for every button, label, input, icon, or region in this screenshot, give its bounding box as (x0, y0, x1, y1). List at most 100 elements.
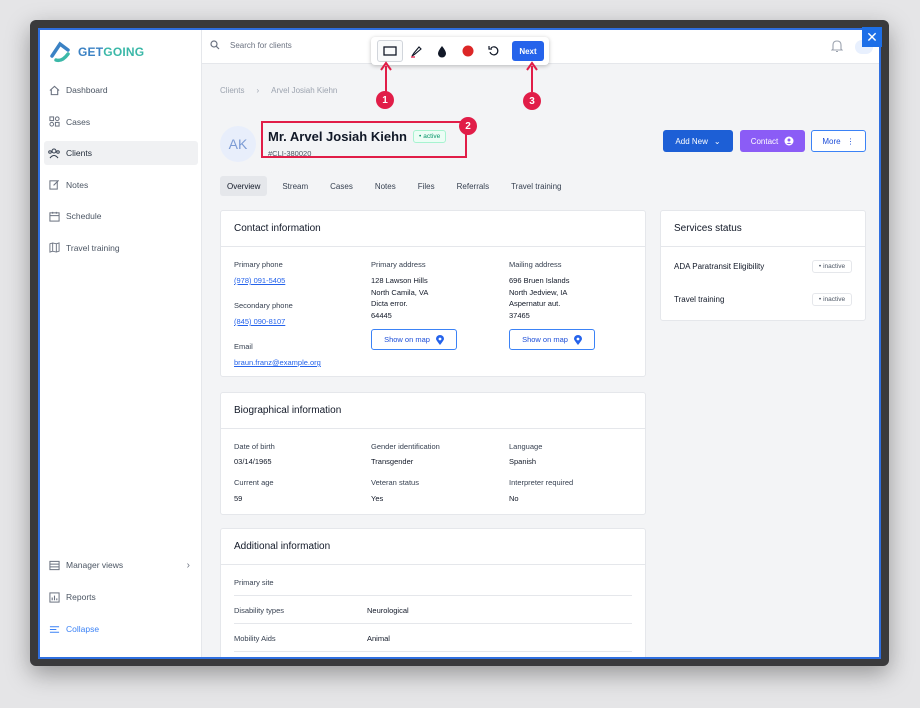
email-link[interactable]: braun.franz@example.org (234, 358, 321, 367)
sidebar-item-schedule[interactable]: Schedule (44, 204, 198, 228)
contact-button[interactable]: Contact (740, 130, 805, 152)
secondary-phone-link[interactable]: (845) 090-8107 (234, 317, 285, 326)
dob-value: 03/14/1965 (234, 457, 272, 466)
primary-address-line: 64445 (371, 310, 392, 320)
sidebar-item-clients[interactable]: Clients (44, 141, 198, 166)
primary-phone-link[interactable]: (978) 091-5405 (234, 276, 285, 285)
tab-overview[interactable]: Overview (220, 176, 268, 196)
services-card: Services status ADA Paratransit Eligibil… (660, 210, 866, 321)
chevron-right-icon: › (186, 559, 190, 571)
user-circle-icon (784, 136, 794, 146)
rectangle-tool[interactable] (377, 40, 403, 62)
cases-icon (48, 116, 60, 128)
logo-text: GETGOING (78, 45, 145, 59)
tab-travel-training[interactable]: Travel training (504, 176, 568, 196)
logo-icon (50, 41, 70, 63)
chevron-down-icon: ⌄ (713, 136, 721, 146)
contact-card: Contact information Primary phone (978) … (220, 210, 646, 377)
show-on-map-button[interactable]: Show on map (509, 329, 595, 350)
sidebar: GETGOING Dashboard Cases Clients Notes S… (40, 30, 202, 657)
age-label: Current age (234, 478, 274, 487)
highlighter-tool[interactable] (403, 40, 429, 62)
callout-badge-1: 1 (376, 91, 394, 109)
age-value: 59 (234, 494, 243, 503)
callout-arrow-icon (526, 61, 538, 92)
callout-arrow-icon (380, 61, 392, 92)
close-icon[interactable]: ✕ (862, 27, 882, 47)
mailing-address-line: 37465 (509, 310, 530, 320)
breadcrumb-root[interactable]: Clients (220, 86, 244, 95)
show-on-map-label: Show on map (384, 335, 430, 344)
sidebar-item-manager-views[interactable]: Manager views › (44, 553, 198, 577)
mobility-aids-value: Animal (367, 634, 390, 643)
primary-address-line: Dicta error. (371, 299, 408, 308)
row-divider (234, 651, 632, 652)
color-picker[interactable] (455, 40, 481, 62)
breadcrumb-current: Arvel Josiah Kiehn (271, 86, 338, 95)
language-value: Spanish (509, 457, 537, 466)
show-on-map-button[interactable]: Show on map (371, 329, 457, 350)
breadcrumb: Clients › Arvel Josiah Kiehn (220, 86, 337, 95)
map-pin-icon (435, 334, 444, 345)
callout-badge-2: 2 (459, 117, 477, 135)
add-new-button[interactable]: Add New ⌄ (663, 130, 733, 152)
language-label: Language (509, 442, 543, 451)
primary-address-label: Primary address (371, 260, 426, 269)
kebab-menu-icon: ⋮ (846, 136, 855, 146)
tab-cases[interactable]: Cases (323, 176, 360, 196)
row-divider (234, 595, 632, 596)
sidebar-item-travel-training[interactable]: Travel training (44, 236, 198, 260)
service-status-badge: • inactive (812, 260, 852, 273)
tab-files[interactable]: Files (411, 176, 442, 196)
sidebar-item-notes[interactable]: Notes (44, 173, 198, 197)
mailing-address-line: North Jedview, IA (509, 287, 568, 297)
client-avatar: AK (220, 126, 256, 162)
bio-card-title: Biographical information (221, 393, 645, 429)
annotation-highlight-box (261, 121, 467, 158)
search-input[interactable]: Search for clients (210, 40, 292, 50)
status-dot-icon: • (818, 263, 822, 270)
additional-card-title: Additional information (221, 529, 645, 565)
sidebar-item-dashboard[interactable]: Dashboard (44, 78, 198, 102)
map-icon (48, 242, 60, 254)
show-on-map-label: Show on map (522, 335, 568, 344)
disability-types-label: Disability types (234, 606, 285, 615)
callout-badge-3: 3 (523, 92, 541, 110)
droplet-icon (438, 45, 446, 57)
sidebar-collapse[interactable]: Collapse (44, 617, 198, 641)
bell-icon[interactable] (831, 39, 843, 53)
contact-card-title: Contact information (221, 211, 645, 247)
tab-notes[interactable]: Notes (368, 176, 403, 196)
add-new-label: Add New (675, 136, 708, 146)
sidebar-item-reports[interactable]: Reports (44, 585, 198, 609)
main-content: Clients › Arvel Josiah Kiehn AK Mr. Arve… (202, 64, 879, 657)
logo[interactable]: GETGOING (48, 40, 144, 64)
service-name: Travel training (674, 295, 725, 304)
sidebar-item-label: Collapse (66, 624, 100, 634)
row-divider (234, 623, 632, 624)
undo-tool[interactable] (481, 40, 507, 62)
sidebar-item-cases[interactable]: Cases (44, 110, 198, 134)
bio-card: Biographical information Date of birth 0… (220, 392, 646, 515)
search-placeholder: Search for clients (230, 40, 292, 50)
tab-stream[interactable]: Stream (275, 176, 315, 196)
sidebar-item-label: Schedule (66, 211, 102, 222)
next-button[interactable]: Next (512, 41, 544, 61)
more-label: More (822, 136, 841, 146)
tab-referrals[interactable]: Referrals (450, 176, 496, 196)
gender-value: Transgender (371, 457, 414, 466)
primary-phone-label: Primary phone (234, 260, 283, 269)
mailing-address-line: 696 Bruen Islands (509, 276, 570, 285)
primary-address-line: 128 Lawson Hills (371, 276, 428, 285)
primary-site-label: Primary site (234, 578, 274, 587)
service-status-badge: • inactive (812, 293, 852, 306)
additional-card: Additional information Primary site Disa… (220, 528, 646, 657)
sidebar-item-label: Manager views (66, 560, 124, 570)
search-icon (210, 40, 220, 50)
menu-icon (48, 623, 60, 635)
email-label: Email (234, 342, 253, 351)
chevron-right-icon: › (256, 86, 260, 95)
more-button[interactable]: More ⋮ (811, 130, 866, 152)
blur-tool[interactable] (429, 40, 455, 62)
secondary-phone-label: Secondary phone (234, 301, 293, 310)
